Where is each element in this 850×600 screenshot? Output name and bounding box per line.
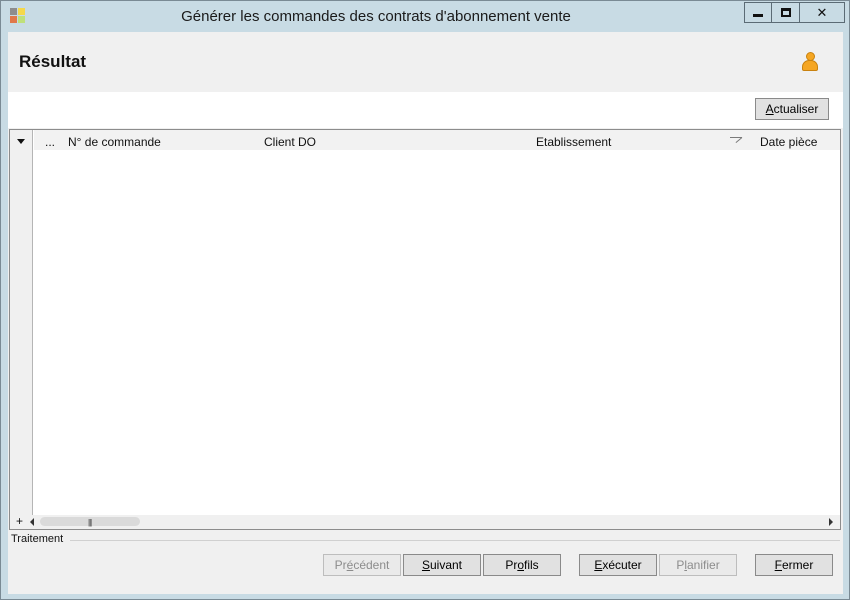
schedule-button-label-b: anifier	[687, 558, 720, 572]
title-bar[interactable]: Générer les commandes des contrats d'abo…	[1, 1, 849, 31]
grid-footer: + |||	[10, 514, 840, 529]
client-area: Résultat Actualiser ... N° de commande C…	[8, 32, 843, 594]
close-button[interactable]: Fermer	[755, 554, 833, 576]
refresh-button-label: ctualiser	[773, 102, 819, 116]
column-header-establishment[interactable]: Etablissement	[536, 135, 611, 149]
window: Générer les commandes des contrats d'abo…	[0, 0, 850, 600]
column-header-document-date[interactable]: Date pièce	[760, 135, 817, 149]
sort-indicator-icon	[730, 137, 742, 138]
grid-row-selector[interactable]	[10, 130, 33, 529]
close-window-button[interactable]: ✕	[799, 2, 845, 23]
scroll-right-icon[interactable]	[829, 518, 833, 526]
column-header-order-number[interactable]: N° de commande	[68, 135, 161, 149]
maximize-button[interactable]	[771, 2, 800, 23]
close-button-accel: F	[774, 558, 782, 572]
refresh-button[interactable]: Actualiser	[755, 98, 829, 120]
add-row-icon[interactable]: +	[16, 514, 23, 528]
previous-button-label-b: cédent	[353, 558, 390, 572]
user-icon[interactable]	[801, 52, 819, 74]
page-title: Résultat	[19, 52, 87, 71]
processing-divider	[70, 540, 840, 541]
previous-button[interactable]: Pr é cédent	[323, 554, 401, 576]
minimize-icon	[753, 14, 763, 17]
profiles-button-accel: o	[517, 558, 524, 572]
grid-header: ... N° de commande Client DO Etablisseme…	[34, 130, 840, 150]
minimize-button[interactable]	[744, 2, 772, 23]
next-button-label-b: uivant	[429, 558, 463, 572]
close-icon: ✕	[816, 5, 828, 20]
schedule-button-label-a: P	[676, 558, 685, 572]
execute-button[interactable]: Exécuter	[579, 554, 657, 576]
profiles-button-label-a: Pr	[505, 558, 518, 572]
next-button[interactable]: Suivant	[403, 554, 481, 576]
refresh-button-accel: A	[765, 102, 774, 116]
profiles-button[interactable]: Pr o fils	[483, 554, 561, 576]
maximize-icon	[780, 8, 791, 17]
scroll-left-icon[interactable]	[30, 518, 34, 526]
previous-button-label-a: Pr	[334, 558, 347, 572]
close-button-label-b: ermer	[782, 558, 814, 572]
grid-body[interactable]	[34, 150, 840, 514]
next-button-accel: S	[421, 558, 430, 572]
execute-button-label-b: xécuter	[602, 558, 642, 572]
header-band: Résultat	[8, 32, 843, 92]
app-icon	[10, 8, 27, 24]
execute-button-accel: E	[594, 558, 603, 572]
processing-label: Traitement	[11, 533, 64, 545]
chevron-down-icon[interactable]	[17, 139, 25, 144]
column-header-ellipsis[interactable]: ...	[45, 135, 55, 149]
column-header-client[interactable]: Client DO	[264, 135, 316, 149]
horizontal-scrollbar-thumb[interactable]: |||	[40, 517, 140, 527]
schedule-button[interactable]: Pl anifier	[659, 554, 737, 576]
window-title: Générer les commandes des contrats d'abo…	[181, 8, 571, 25]
scroll-grip-icon: |||	[88, 518, 92, 527]
previous-button-accel: é	[346, 558, 354, 572]
toolbar-band	[8, 92, 843, 128]
profiles-button-label-b: fils	[524, 558, 539, 572]
results-grid[interactable]: ... N° de commande Client DO Etablisseme…	[9, 129, 841, 530]
